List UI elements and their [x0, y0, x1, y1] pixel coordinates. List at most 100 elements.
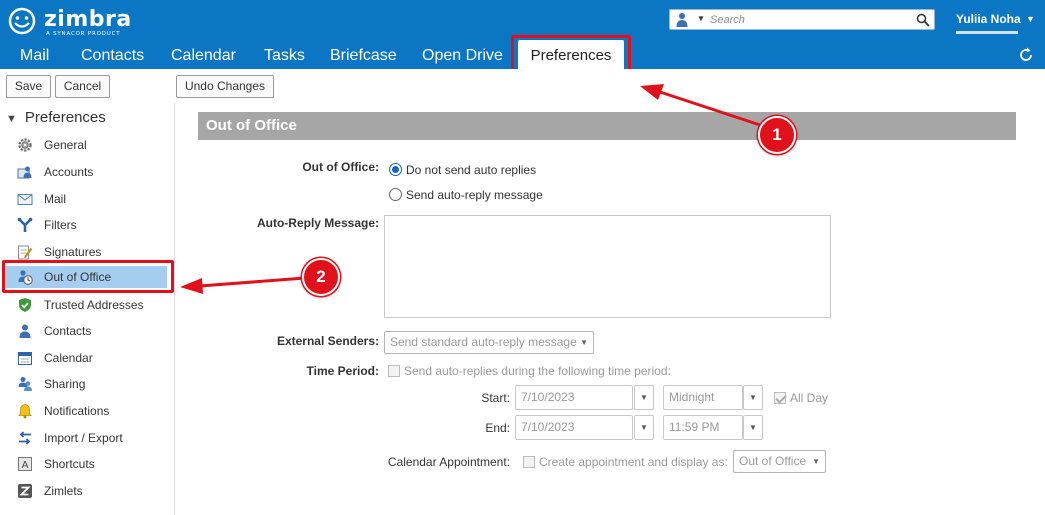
annotation-badge-1: 1	[758, 116, 796, 154]
auto-reply-label: Auto-Reply Message:	[256, 216, 379, 230]
tab-mail[interactable]: Mail	[20, 43, 49, 69]
svg-text:A: A	[22, 460, 29, 471]
tab-calendar[interactable]: Calendar	[171, 43, 236, 69]
zimlet-icon	[18, 484, 32, 498]
sidebar-item-label: Calendar	[44, 351, 93, 365]
sidebar-title: Preferences	[24, 109, 106, 126]
sidebar-item-signatures[interactable]: Signatures	[17, 241, 167, 263]
sidebar-item-label: Trusted Addresses	[44, 298, 144, 312]
select-value: Send standard auto-reply message	[390, 335, 577, 349]
auto-reply-message-textarea[interactable]	[384, 215, 831, 318]
radio-send-auto-reply[interactable]: Send auto-reply message	[389, 188, 543, 202]
radio-label: Do not send auto replies	[406, 163, 537, 177]
time-period-checkbox-row[interactable]: Send auto-replies during the following t…	[388, 364, 671, 378]
sidebar-item-label: Import / Export	[44, 431, 123, 445]
sidebar-item-label: Accounts	[44, 165, 94, 179]
accounts-icon	[17, 166, 32, 179]
search-icon[interactable]	[916, 13, 930, 27]
end-time-value: 11:59 PM	[669, 420, 720, 434]
refresh-icon[interactable]	[1017, 46, 1035, 64]
checkbox-label: Create appointment and display as:	[539, 455, 728, 469]
radio-do-not-send[interactable]: Do not send auto replies	[389, 163, 536, 177]
sidebar-item-label: Shortcuts	[44, 457, 95, 471]
radio-button[interactable]	[389, 188, 402, 201]
sidebar-item-label: Contacts	[44, 324, 92, 338]
time-period-label: Time Period:	[306, 364, 379, 378]
sidebar-item-accounts[interactable]: Accounts	[17, 161, 167, 183]
import-export-icon	[19, 431, 31, 445]
start-time-field[interactable]: Midnight	[663, 385, 743, 410]
calendar-appointment-select[interactable]: Out of Office ▼	[733, 450, 826, 473]
sidebar-item-sharing[interactable]: Sharing	[17, 373, 167, 395]
annotation-arrowhead-2	[180, 278, 203, 294]
start-date-value: 7/10/2023	[521, 390, 575, 404]
external-senders-select[interactable]: Send standard auto-reply message ▼	[384, 331, 594, 354]
sidebar-item-label: Out of Office	[44, 270, 112, 284]
sidebar-item-label: Zimlets	[44, 484, 83, 498]
search-input[interactable]	[710, 11, 910, 28]
user-menu-chevron-icon[interactable]: ▼	[1026, 14, 1035, 24]
all-day-checkbox-row[interactable]: All Day	[774, 391, 828, 405]
section-title: Out of Office	[198, 112, 1016, 140]
sharing-icon	[18, 377, 32, 391]
undo-changes-button[interactable]: Undo Changes	[176, 75, 274, 98]
envelope-icon	[17, 194, 33, 205]
end-time-field[interactable]: 11:59 PM	[663, 415, 743, 440]
collapse-triangle-icon[interactable]: ▼	[6, 113, 17, 125]
sidebar-item-zimlets[interactable]: Zimlets	[17, 480, 167, 502]
sidebar-item-label: Filters	[44, 218, 77, 232]
sidebar-item-contacts[interactable]: Contacts	[17, 320, 167, 342]
annotation-arrow-2	[199, 276, 306, 288]
sidebar-item-calendar[interactable]: Calendar	[17, 347, 167, 369]
contacts-icon	[19, 324, 31, 338]
calendar-icon	[18, 352, 32, 365]
tab-preferences[interactable]: Preferences	[518, 40, 624, 70]
sidebar-item-label: Mail	[44, 192, 67, 206]
tab-contacts[interactable]: Contacts	[81, 43, 144, 69]
signature-icon	[18, 245, 33, 260]
sidebar-item-label: Notifications	[44, 404, 110, 418]
save-button[interactable]: Save	[6, 75, 51, 98]
logo-subtitle: A SYNACOR PRODUCT	[46, 31, 121, 37]
sidebar-item-label: General	[44, 138, 87, 152]
sidebar-item-trusted-addresses[interactable]: Trusted Addresses	[17, 294, 167, 316]
end-date-field[interactable]: 7/10/2023	[515, 415, 633, 440]
checkbox-label: All Day	[790, 391, 829, 405]
sidebar-header[interactable]: ▼ Preferences	[6, 109, 106, 126]
zimbra-logo[interactable]: zimbra A SYNACOR PRODUCT	[6, 6, 131, 37]
cancel-button[interactable]: Cancel	[55, 75, 110, 98]
bell-icon	[18, 404, 32, 419]
sidebar-item-shortcuts[interactable]: A Shortcuts	[17, 453, 167, 475]
tab-tasks[interactable]: Tasks	[264, 43, 305, 69]
radio-button-selected[interactable]	[389, 163, 402, 176]
toolbar: Save Cancel Undo Changes	[0, 69, 1045, 103]
shield-check-icon	[19, 298, 31, 312]
logo-text: zimbra	[44, 7, 132, 32]
sidebar-item-general[interactable]: General	[17, 134, 167, 156]
end-date-picker-button[interactable]: ▼	[634, 415, 654, 440]
calendar-appointment-checkbox[interactable]	[523, 456, 535, 468]
gear-icon	[18, 138, 32, 152]
end-time-dropdown-button[interactable]: ▼	[743, 415, 763, 440]
chevron-down-icon[interactable]: ▼	[697, 14, 705, 23]
tab-open-drive[interactable]: Open Drive	[422, 43, 503, 69]
calendar-appointment-checkbox-row[interactable]: Create appointment and display as:	[523, 455, 728, 469]
start-label: Start:	[481, 391, 510, 405]
start-date-field[interactable]: 7/10/2023	[515, 385, 633, 410]
sidebar-item-mail[interactable]: Mail	[17, 188, 167, 210]
sidebar-item-notifications[interactable]: Notifications	[17, 400, 167, 422]
preferences-sidebar: ▼Preferences General Accounts Mail Filt	[0, 103, 175, 515]
sidebar-item-out-of-office[interactable]: Out of Office	[5, 266, 167, 288]
person-icon[interactable]	[676, 12, 688, 28]
start-date-picker-button[interactable]: ▼	[634, 385, 654, 410]
all-day-checkbox[interactable]	[774, 392, 786, 404]
radio-label: Send auto-reply message	[406, 188, 543, 202]
time-period-checkbox[interactable]	[388, 365, 400, 377]
tab-briefcase[interactable]: Briefcase	[330, 43, 397, 69]
start-time-dropdown-button[interactable]: ▼	[743, 385, 763, 410]
select-value: Out of Office	[739, 454, 807, 468]
sidebar-item-import-export[interactable]: Import / Export	[17, 427, 167, 449]
sidebar-item-filters[interactable]: Filters	[17, 214, 167, 236]
chevron-down-icon: ▼	[812, 457, 820, 466]
user-name[interactable]: Yuliia Noha	[956, 12, 1021, 26]
